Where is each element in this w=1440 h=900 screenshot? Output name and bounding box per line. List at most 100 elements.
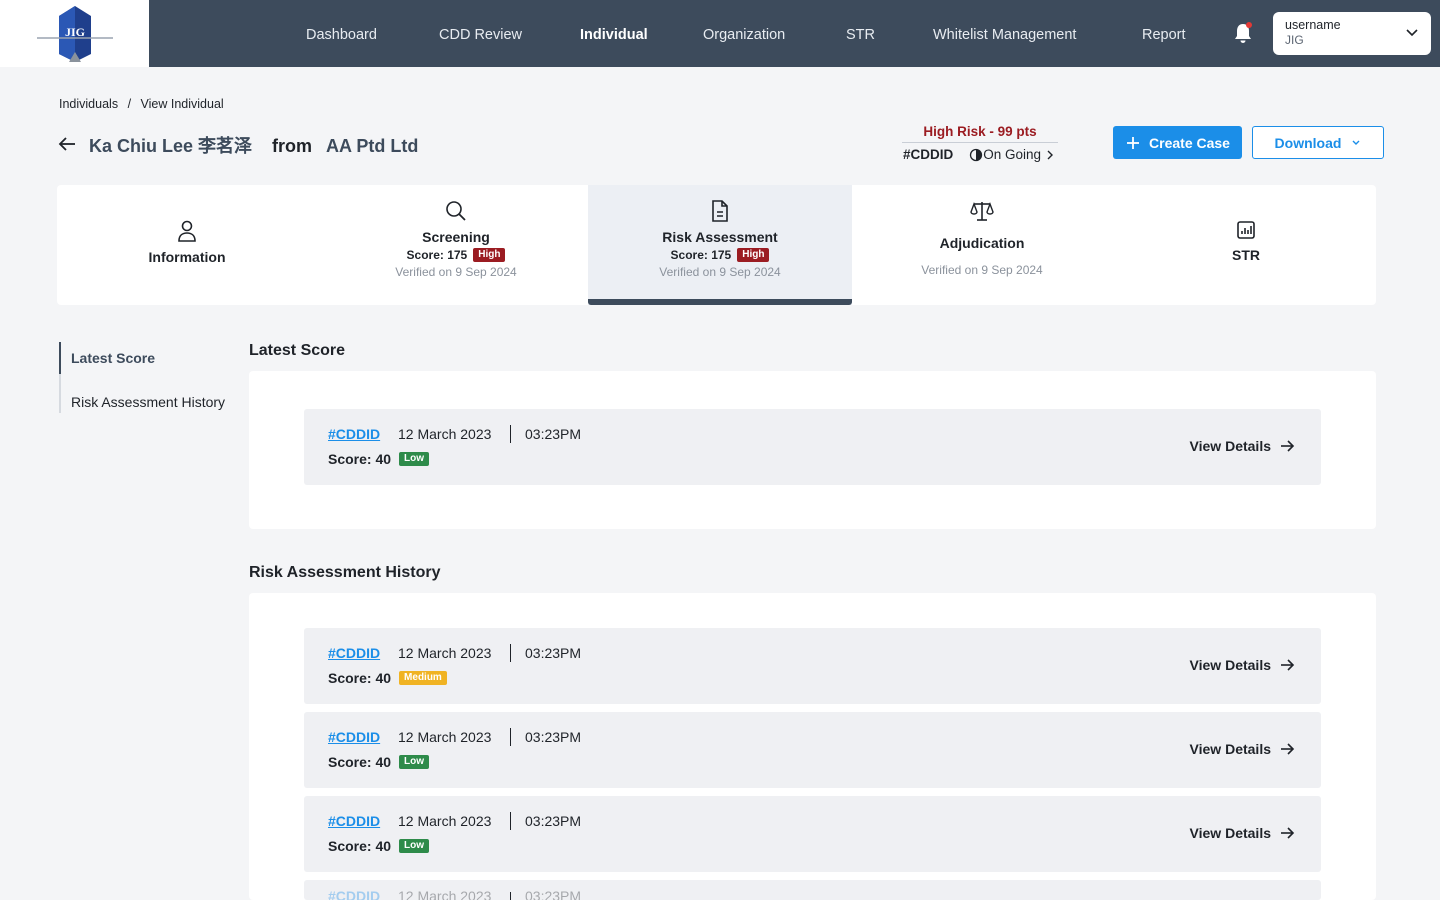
tab-adjudication-label: Adjudication: [939, 235, 1025, 251]
risk-summary: High Risk - 99 pts #CDDID On Going: [899, 124, 1061, 162]
chevron-right-icon: [1047, 150, 1054, 159]
user-menu[interactable]: username JIG: [1273, 12, 1431, 55]
assessment-date: 12 March 2023: [398, 645, 492, 661]
history-card: #CDDID 12 March 2023 03:23PM Score: 40 L…: [304, 796, 1321, 872]
breadcrumb: Individuals / View Individual: [59, 97, 230, 111]
screening-score: Score: 175 High: [325, 248, 587, 262]
risk-level-label: High Risk - 99 pts: [902, 124, 1058, 143]
jig-logo-icon: JIG: [36, 5, 113, 62]
assessment-time: 03:23PM: [525, 729, 582, 745]
organization-name[interactable]: AA Ptd Ltd: [326, 136, 418, 156]
view-details-label: View Details: [1189, 438, 1271, 454]
risk-assessment-score: Score: 175 High: [588, 248, 852, 262]
case-id-link[interactable]: #CDDID: [328, 645, 380, 661]
notification-bell-icon[interactable]: [1230, 20, 1256, 46]
risk-badge: Low: [399, 755, 430, 769]
case-id: #CDDID: [903, 147, 954, 162]
tab-adjudication[interactable]: Adjudication Verified on 9 Sep 2024: [852, 185, 1112, 305]
nav-cdd-review[interactable]: CDD Review: [439, 0, 522, 67]
svg-text:JIG: JIG: [64, 25, 84, 39]
divider: [510, 728, 511, 746]
nav-individual[interactable]: Individual: [580, 0, 648, 67]
view-details-button[interactable]: View Details: [1190, 825, 1295, 841]
score-value: Score: 40: [328, 754, 392, 770]
history-title: Risk Assessment History: [249, 564, 441, 581]
chevron-down-icon: [1352, 140, 1360, 145]
assessment-score: Score: 40 Medium: [328, 670, 447, 686]
document-icon: [712, 200, 728, 222]
nav-str[interactable]: STR: [846, 0, 875, 67]
assessment-date: 12 March 2023: [398, 813, 492, 829]
view-details-label: View Details: [1189, 657, 1271, 673]
back-arrow-icon[interactable]: [57, 134, 77, 154]
assessment-score: Score: 40 Low: [328, 451, 430, 467]
case-id-link[interactable]: #CDDID: [328, 426, 380, 442]
page-title: Ka Chiu Lee 李茗泽 from AA Ptd Ltd: [89, 132, 418, 158]
from-label: from: [272, 136, 313, 156]
risk-badge: Low: [399, 839, 430, 853]
scale-icon: [970, 202, 994, 221]
tab-information[interactable]: Information: [57, 185, 317, 305]
screening-verified-date: Verified on 9 Sep 2024: [395, 265, 517, 279]
create-case-label: Create Case: [1149, 134, 1230, 151]
tab-risk-assessment[interactable]: Risk Assessment Score: 175 High Verified…: [588, 185, 852, 305]
breadcrumb-individuals[interactable]: Individuals: [59, 97, 118, 111]
score-value: Score: 40: [328, 670, 392, 686]
company-logo[interactable]: JIG: [0, 0, 149, 67]
nav-whitelist-management[interactable]: Whitelist Management: [933, 0, 1076, 67]
divider: [510, 812, 511, 830]
status-progress-icon: [970, 148, 983, 161]
assessment-date: 12 March 2023: [398, 888, 492, 900]
score-value: Score: 40: [328, 451, 392, 467]
profile-tabs: Information Screening Score: 175 High Ve…: [57, 185, 1376, 305]
section-sidebar: Latest Score Risk Assessment History: [59, 342, 229, 413]
case-id-link[interactable]: #CDDID: [328, 813, 380, 829]
tab-str-label: STR: [1232, 247, 1260, 263]
user-icon: [178, 220, 196, 242]
sidebar-item-latest-score[interactable]: Latest Score: [59, 342, 229, 374]
username-label: username: [1285, 18, 1341, 32]
risk-assessment-score-value: Score: 175: [670, 248, 732, 262]
assessment-date: 12 March 2023: [398, 729, 492, 745]
nav-organization[interactable]: Organization: [703, 0, 785, 67]
arrow-right-icon: [1281, 440, 1295, 452]
view-details-button[interactable]: View Details: [1190, 657, 1295, 673]
report-chart-icon: [1237, 221, 1255, 239]
tab-str[interactable]: STR: [1116, 185, 1376, 305]
plus-icon: [1127, 136, 1140, 149]
tab-risk-assessment-label: Risk Assessment: [662, 229, 778, 245]
risk-assessment-badge: High: [737, 248, 770, 262]
top-navigation-bar: JIG Dashboard CDD Review Individual Orga…: [0, 0, 1440, 67]
view-details-label: View Details: [1189, 825, 1271, 841]
divider: [510, 644, 511, 662]
assessment-time: 03:23PM: [525, 426, 582, 442]
individual-name: Ka Chiu Lee 李茗泽: [89, 136, 253, 156]
assessment-time: 03:23PM: [525, 888, 582, 900]
download-button[interactable]: Download: [1252, 126, 1384, 159]
risk-badge: Low: [399, 452, 430, 466]
tab-screening-label: Screening: [422, 229, 490, 245]
search-icon: [446, 201, 466, 221]
tab-screening[interactable]: Screening Score: 175 High Verified on 9 …: [325, 185, 587, 305]
tab-information-label: Information: [148, 249, 226, 265]
nav-dashboard[interactable]: Dashboard: [306, 0, 377, 67]
view-details-button[interactable]: View Details: [1190, 741, 1295, 757]
nav-report[interactable]: Report: [1142, 0, 1186, 67]
case-id-link[interactable]: #CDDID: [328, 729, 380, 745]
case-status[interactable]: On Going: [969, 147, 1056, 162]
create-case-button[interactable]: Create Case: [1113, 126, 1242, 159]
arrow-right-icon: [1281, 743, 1295, 755]
latest-score-title: Latest Score: [249, 342, 346, 359]
screening-risk-badge: High: [473, 248, 506, 262]
risk-assessment-verified-date: Verified on 9 Sep 2024: [659, 265, 781, 279]
assessment-score: Score: 40 Low: [328, 754, 430, 770]
arrow-right-icon: [1281, 827, 1295, 839]
sidebar-item-risk-assessment-history[interactable]: Risk Assessment History: [59, 374, 229, 413]
user-org-label: JIG: [1285, 33, 1304, 47]
chevron-down-icon: [1406, 29, 1418, 37]
case-id-link[interactable]: #CDDID: [328, 888, 380, 900]
view-details-button[interactable]: View Details: [1190, 438, 1295, 454]
divider: [510, 892, 511, 900]
screening-score-value: Score: 175: [406, 248, 468, 262]
status-text: On Going: [983, 147, 1042, 162]
